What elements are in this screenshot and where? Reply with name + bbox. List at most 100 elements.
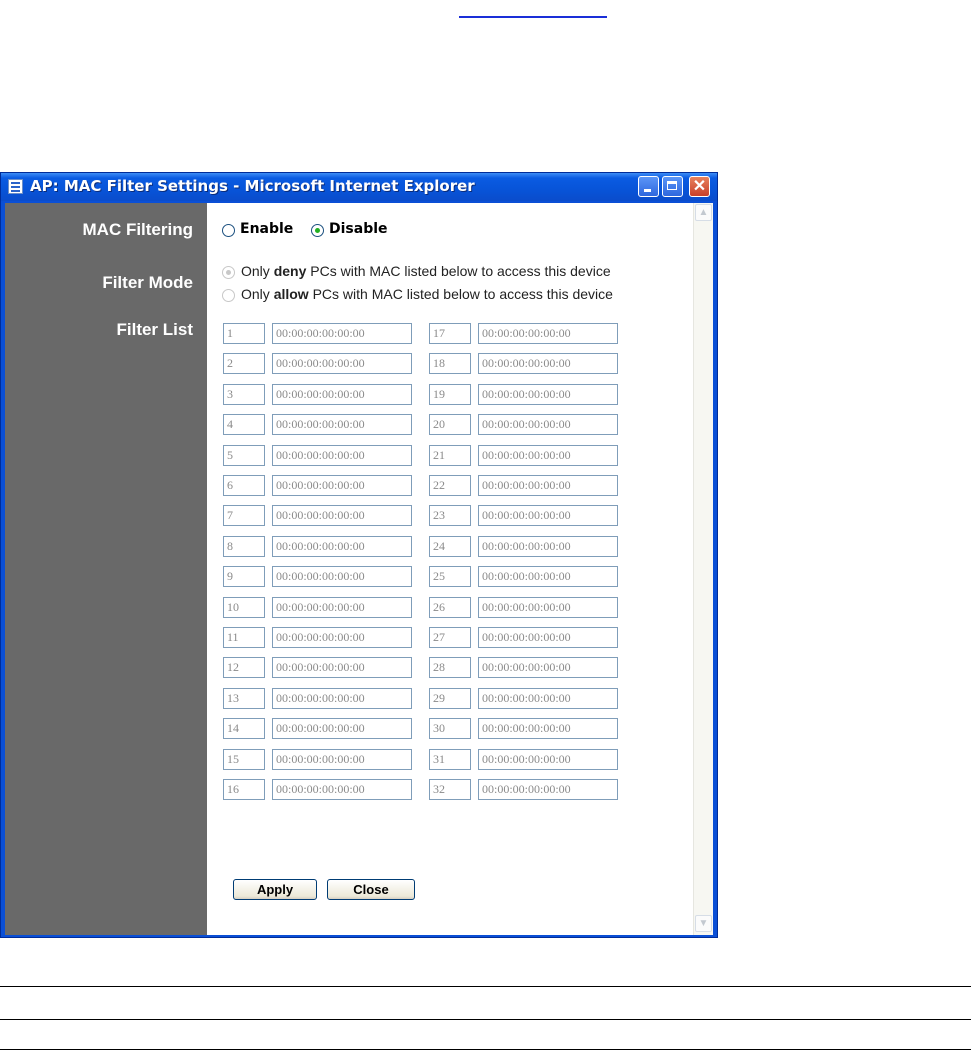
filter-mac-field[interactable]: 00:00:00:00:00:00 bbox=[478, 536, 618, 557]
title-bar[interactable]: AP: MAC Filter Settings - Microsoft Inte… bbox=[1, 173, 717, 201]
disable-label[interactable]: Disable bbox=[329, 221, 388, 237]
label-sidebar: MAC Filtering Filter Mode Filter List bbox=[5, 203, 207, 935]
scroll-up-icon[interactable]: ▲ bbox=[695, 204, 712, 221]
filter-mac-field[interactable]: 00:00:00:00:00:00 bbox=[272, 323, 412, 344]
filter-mac-field[interactable]: 00:00:00:00:00:00 bbox=[478, 657, 618, 678]
filter-mac-field[interactable]: 00:00:00:00:00:00 bbox=[478, 627, 618, 648]
filter-mac-field[interactable]: 00:00:00:00:00:00 bbox=[478, 445, 618, 466]
filter-index-field[interactable]: 21 bbox=[429, 445, 471, 466]
filter-index-field[interactable]: 5 bbox=[223, 445, 265, 466]
filter-mac-field[interactable]: 00:00:00:00:00:00 bbox=[478, 688, 618, 709]
filter-mac-field[interactable]: 00:00:00:00:00:00 bbox=[478, 414, 618, 435]
deny-mode-suffix: PCs with MAC listed below to access this… bbox=[306, 263, 611, 279]
maximize-button[interactable] bbox=[662, 176, 683, 197]
filter-mac-field[interactable]: 00:00:00:00:00:00 bbox=[478, 475, 618, 496]
maximize-icon bbox=[667, 181, 677, 190]
disable-radio[interactable] bbox=[311, 224, 324, 237]
filter-index-field[interactable]: 15 bbox=[223, 749, 265, 770]
filter-index-field[interactable]: 10 bbox=[223, 597, 265, 618]
filter-index-field[interactable]: 26 bbox=[429, 597, 471, 618]
vertical-scrollbar[interactable]: ▲ ▼ bbox=[693, 203, 713, 935]
filter-index-field[interactable]: 9 bbox=[223, 566, 265, 587]
filter-mac-field[interactable]: 00:00:00:00:00:00 bbox=[272, 475, 412, 496]
filter-index-field[interactable]: 18 bbox=[429, 353, 471, 374]
top-hyperlink-underline[interactable] bbox=[459, 0, 607, 18]
filter-mode-heading: Filter Mode bbox=[102, 273, 193, 292]
allow-mode-radio[interactable] bbox=[222, 289, 235, 302]
enable-label[interactable]: Enable bbox=[240, 221, 293, 237]
close-window-button[interactable]: ✕ bbox=[689, 176, 710, 197]
filter-index-field[interactable]: 23 bbox=[429, 505, 471, 526]
deny-mode-radio[interactable] bbox=[222, 266, 235, 279]
filter-index-field[interactable]: 22 bbox=[429, 475, 471, 496]
filter-mac-field[interactable]: 00:00:00:00:00:00 bbox=[478, 384, 618, 405]
filter-index-field[interactable]: 3 bbox=[223, 384, 265, 405]
deny-mode-keyword: deny bbox=[273, 263, 307, 279]
filter-mac-field[interactable]: 00:00:00:00:00:00 bbox=[272, 718, 412, 739]
allow-mode-prefix: Only bbox=[241, 286, 274, 302]
ie-page-icon bbox=[8, 179, 23, 194]
filter-index-field[interactable]: 28 bbox=[429, 657, 471, 678]
filter-mac-field[interactable]: 00:00:00:00:00:00 bbox=[272, 566, 412, 587]
filter-index-field[interactable]: 6 bbox=[223, 475, 265, 496]
allow-mode-suffix: PCs with MAC listed below to access this… bbox=[308, 286, 613, 302]
filter-mac-field[interactable]: 00:00:00:00:00:00 bbox=[272, 536, 412, 557]
filter-mac-field[interactable]: 00:00:00:00:00:00 bbox=[272, 779, 412, 800]
filter-mac-field[interactable]: 00:00:00:00:00:00 bbox=[478, 749, 618, 770]
filter-mac-field[interactable]: 00:00:00:00:00:00 bbox=[478, 779, 618, 800]
settings-panel: Enable Disable Only deny PCs with MAC li… bbox=[207, 203, 693, 935]
enable-radio[interactable] bbox=[222, 224, 235, 237]
filter-index-field[interactable]: 16 bbox=[223, 779, 265, 800]
filter-mac-field[interactable]: 00:00:00:00:00:00 bbox=[272, 627, 412, 648]
filter-index-field[interactable]: 31 bbox=[429, 749, 471, 770]
filter-index-field[interactable]: 27 bbox=[429, 627, 471, 648]
filter-index-field[interactable]: 19 bbox=[429, 384, 471, 405]
filter-mac-field[interactable]: 00:00:00:00:00:00 bbox=[272, 353, 412, 374]
filter-mac-field[interactable]: 00:00:00:00:00:00 bbox=[478, 718, 618, 739]
filter-mac-field[interactable]: 00:00:00:00:00:00 bbox=[478, 505, 618, 526]
filter-index-field[interactable]: 7 bbox=[223, 505, 265, 526]
allow-mode-keyword: allow bbox=[273, 286, 309, 302]
filter-index-field[interactable]: 24 bbox=[429, 536, 471, 557]
filter-mac-field[interactable]: 00:00:00:00:00:00 bbox=[478, 597, 618, 618]
filter-index-field[interactable]: 11 bbox=[223, 627, 265, 648]
filter-mac-field[interactable]: 00:00:00:00:00:00 bbox=[272, 597, 412, 618]
close-button[interactable]: Close bbox=[327, 879, 415, 900]
filter-index-field[interactable]: 14 bbox=[223, 718, 265, 739]
scroll-down-icon[interactable]: ▼ bbox=[695, 915, 712, 932]
deny-mode-label: Only deny PCs with MAC listed below to a… bbox=[241, 263, 611, 279]
mac-filtering-heading: MAC Filtering bbox=[82, 220, 194, 239]
minimize-button[interactable] bbox=[638, 176, 659, 197]
window-title: AP: MAC Filter Settings - Microsoft Inte… bbox=[30, 177, 475, 195]
filter-index-field[interactable]: 12 bbox=[223, 657, 265, 678]
filter-mac-field[interactable]: 00:00:00:00:00:00 bbox=[272, 749, 412, 770]
filter-index-field[interactable]: 2 bbox=[223, 353, 265, 374]
close-icon: ✕ bbox=[692, 178, 707, 195]
filter-mac-field[interactable]: 00:00:00:00:00:00 bbox=[272, 414, 412, 435]
filter-mac-field[interactable]: 00:00:00:00:00:00 bbox=[272, 505, 412, 526]
allow-mode-label: Only allow PCs with MAC listed below to … bbox=[241, 286, 613, 302]
filter-index-field[interactable]: 13 bbox=[223, 688, 265, 709]
filter-index-field[interactable]: 8 bbox=[223, 536, 265, 557]
filter-mac-field[interactable]: 00:00:00:00:00:00 bbox=[272, 445, 412, 466]
filter-mac-field[interactable]: 00:00:00:00:00:00 bbox=[272, 657, 412, 678]
filter-mac-field[interactable]: 00:00:00:00:00:00 bbox=[272, 688, 412, 709]
filter-index-field[interactable]: 32 bbox=[429, 779, 471, 800]
ie-popup-window: AP: MAC Filter Settings - Microsoft Inte… bbox=[0, 172, 718, 938]
filter-index-field[interactable]: 4 bbox=[223, 414, 265, 435]
filter-index-field[interactable]: 17 bbox=[429, 323, 471, 344]
filter-mac-field[interactable]: 00:00:00:00:00:00 bbox=[272, 384, 412, 405]
filter-mac-field[interactable]: 00:00:00:00:00:00 bbox=[478, 566, 618, 587]
deny-mode-prefix: Only bbox=[241, 263, 274, 279]
filter-index-field[interactable]: 25 bbox=[429, 566, 471, 587]
filter-index-field[interactable]: 30 bbox=[429, 718, 471, 739]
filter-index-field[interactable]: 1 bbox=[223, 323, 265, 344]
filter-mac-field[interactable]: 00:00:00:00:00:00 bbox=[478, 323, 618, 344]
filter-index-field[interactable]: 20 bbox=[429, 414, 471, 435]
apply-button[interactable]: Apply bbox=[233, 879, 317, 900]
footer-rule-1 bbox=[0, 986, 971, 987]
page-client-area: MAC Filtering Filter Mode Filter List En… bbox=[5, 203, 713, 935]
minimize-icon bbox=[644, 189, 651, 192]
filter-mac-field[interactable]: 00:00:00:00:00:00 bbox=[478, 353, 618, 374]
filter-index-field[interactable]: 29 bbox=[429, 688, 471, 709]
